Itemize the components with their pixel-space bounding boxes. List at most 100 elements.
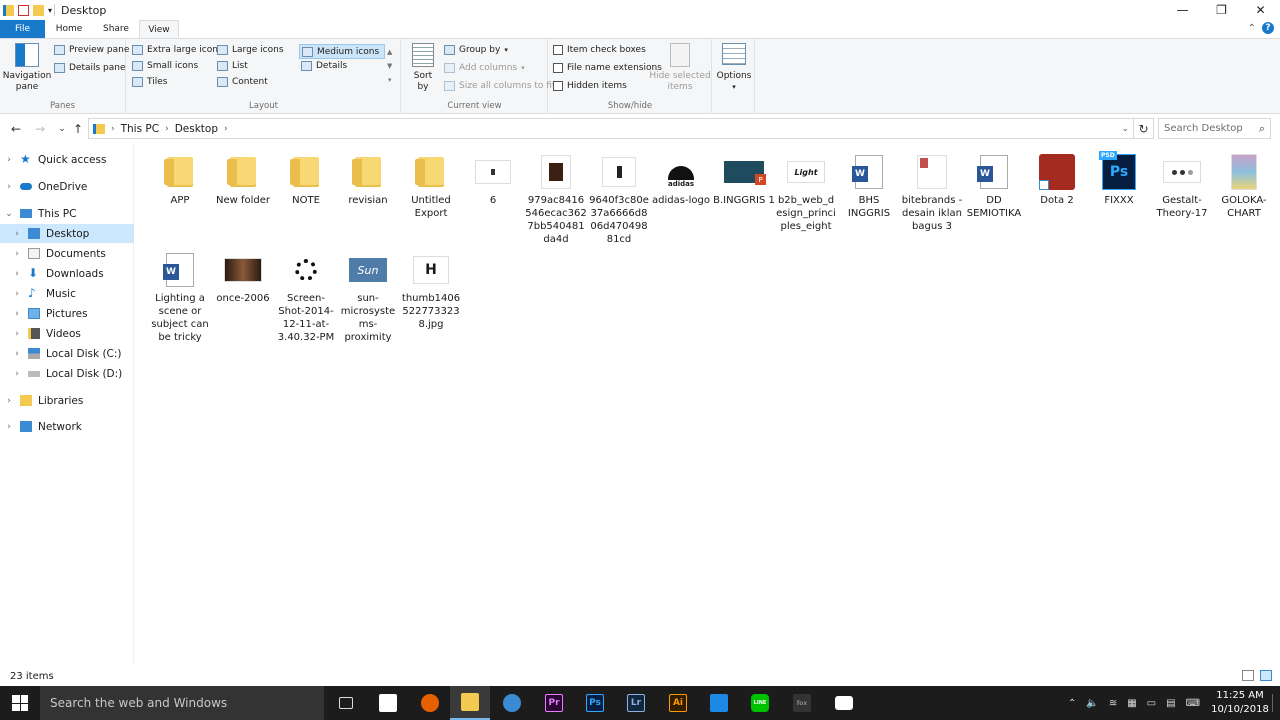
chevron-right-icon[interactable]: › [12,229,22,239]
taskbar-clock[interactable]: 11:25 AM 10/10/2018 [1210,689,1270,717]
close-button[interactable]: ✕ [1241,0,1280,20]
maximize-button[interactable]: ❐ [1202,0,1241,20]
size-columns-button[interactable]: Size all columns to fit [444,81,556,91]
recent-locations-button[interactable]: ⌄ [54,121,70,137]
file-item-shortcut[interactable]: Dota 2 [1026,152,1088,207]
layout-list[interactable]: List [217,61,248,71]
file-item-folder[interactable]: New folder [212,152,274,207]
back-button[interactable]: ← [8,121,24,137]
action-center-icon[interactable] [1272,694,1280,712]
chevron-right-icon[interactable]: › [12,249,22,259]
file-item-photoshop[interactable]: PSD Ps FIXXX [1088,151,1150,207]
chevron-right-icon[interactable]: › [12,369,22,379]
details-pane-button[interactable]: Details pane [54,63,126,73]
nav-libraries[interactable]: › Libraries [0,391,134,410]
chevron-right-icon[interactable]: › [12,289,22,299]
file-name-extensions-toggle[interactable]: File name extensions [553,63,662,73]
start-button[interactable] [0,686,40,720]
address-dropdown-icon[interactable]: ⌄ [1121,124,1129,134]
file-name-extensions-checkbox[interactable] [553,63,563,73]
layout-medium-icons[interactable]: Medium icons [299,44,385,59]
layout-tiles[interactable]: Tiles [132,77,167,87]
task-view-button[interactable] [326,686,366,720]
chevron-right-icon[interactable]: › [12,309,22,319]
layout-scroll[interactable]: ▲ ▼ ▾ [387,45,392,87]
customize-toolbar-icon[interactable]: ▾ [48,6,52,15]
taskbar-line[interactable]: LINE [740,686,780,720]
chevron-right-icon[interactable]: › [4,182,14,192]
file-item-word[interactable]: W BHS INGGRIS [838,152,900,220]
nav-this-pc[interactable]: ⌄ This PC [0,204,134,223]
chevron-up-icon[interactable]: ⌃ [1068,698,1076,709]
file-item-folder[interactable]: Untitled Export [400,152,462,220]
taskbar-firefox[interactable] [410,686,450,720]
nav-documents[interactable]: › Documents [0,244,134,263]
notification-icon[interactable]: ▤ [1166,698,1175,709]
file-item-powerpoint[interactable]: P B.INGGRIS 1 [713,152,775,207]
file-item-image[interactable]: 9640f3c80e37a6666d806d47049881cd [588,152,650,246]
file-item-image[interactable]: H thumb14065227733238.jpg [400,250,462,331]
file-item-image[interactable]: GOLOKA-CHART [1213,152,1275,220]
taskbar-instagram[interactable] [699,686,739,720]
nav-onedrive[interactable]: › OneDrive [0,177,134,196]
nav-downloads[interactable]: › ⬇ Downloads [0,264,134,283]
minimize-button[interactable]: — [1163,0,1202,20]
battery-icon[interactable]: ▭ [1147,698,1156,709]
tab-home[interactable]: Home [45,20,93,38]
item-check-boxes-toggle[interactable]: Item check boxes [553,45,646,55]
volume-icon[interactable]: 🔈 [1086,698,1098,709]
add-columns-button[interactable]: Add columns ▾ [444,63,525,73]
chevron-up-icon[interactable]: ⌃ [1248,23,1256,34]
options-button[interactable]: Options ▾ [715,43,753,93]
hidden-items-checkbox[interactable] [553,81,563,91]
chevron-right-icon[interactable]: › [12,349,22,359]
nav-pictures[interactable]: › Pictures [0,304,134,323]
wifi-icon[interactable]: ≋ [1109,698,1117,709]
new-folder-icon[interactable] [33,4,44,16]
file-item-image[interactable]: bitebrands - desain iklan bagus 3 [901,152,963,233]
file-item-folder[interactable]: revisian [337,152,399,207]
layout-large-icons[interactable]: Large icons [217,45,284,55]
file-item-image[interactable]: Light b2b_web_design_principles_eight [775,152,837,233]
breadcrumb-this-pc[interactable]: This PC [121,123,159,135]
taskbar-premiere[interactable]: Pr [534,686,574,720]
file-item-image[interactable]: 979ac8416546ecac3627bb540481da4d [525,152,587,246]
preview-pane-button[interactable]: Preview pane [54,45,129,55]
taskbar-illustrator[interactable]: Ai [658,686,698,720]
nav-music[interactable]: › ♪ Music [0,284,134,303]
tab-share[interactable]: Share [93,20,139,38]
hidden-items-toggle[interactable]: Hidden items [553,81,627,91]
chevron-right-icon[interactable]: › [4,396,14,406]
details-view-icon[interactable] [1242,670,1254,681]
taskbar-search[interactable]: Search the web and Windows [40,686,324,720]
taskbar-camera[interactable] [824,686,864,720]
chevron-right-icon[interactable]: › [4,422,14,432]
file-item-image[interactable]: once-2006 [212,250,274,305]
properties-icon[interactable] [18,4,29,16]
file-item-image[interactable]: Screen-Shot-2014-12-11-at-3.40.32-PM [275,250,337,344]
forward-button[interactable]: → [32,121,48,137]
hide-selected-items-button[interactable]: Hide selected items [649,43,711,93]
taskbar-file-explorer[interactable] [450,686,490,720]
address-bar[interactable]: › This PC › Desktop › ⌄ [88,118,1134,139]
refresh-button[interactable]: ↻ [1134,118,1154,139]
taskbar-lightroom[interactable]: Lr [616,686,656,720]
item-check-boxes-checkbox[interactable] [553,45,563,55]
file-item-image[interactable]: Sun sun-microsystems-proximity [337,250,399,344]
taskbar-fox-app[interactable]: fox [782,686,822,720]
tab-view[interactable]: View [139,20,179,39]
file-item-image[interactable]: 6 [462,152,524,207]
nav-local-disk-d[interactable]: › Local Disk (D:) [0,364,134,383]
file-item-word[interactable]: W DD SEMIOTIKA [963,152,1025,220]
navigation-pane-button[interactable]: Navigation pane [3,43,51,93]
nav-videos[interactable]: › Videos [0,324,134,343]
taskbar-photoshop[interactable]: Ps [575,686,615,720]
layout-details[interactable]: Details [301,61,347,71]
group-by-button[interactable]: Group by ▾ [444,45,508,55]
file-item-image[interactable]: Gestalt-Theory-17 [1151,152,1213,220]
search-input[interactable]: Search Desktop ⌕ [1158,118,1271,139]
nav-local-disk-c[interactable]: › Local Disk (C:) [0,344,134,363]
help-icon[interactable]: ? [1262,22,1274,34]
layout-small-icons[interactable]: Small icons [132,61,198,71]
sort-by-button[interactable]: Sort by [408,43,438,93]
